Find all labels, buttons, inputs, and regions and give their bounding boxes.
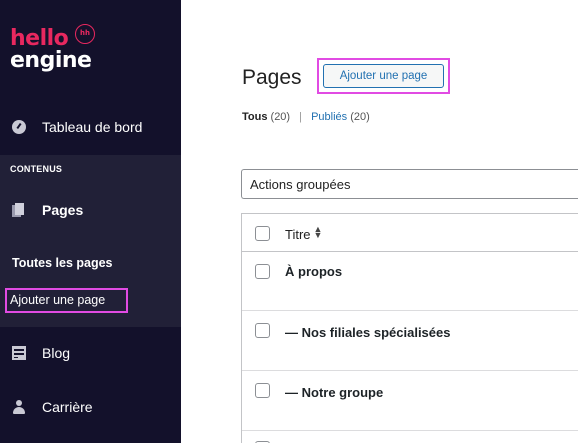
pages-icon (12, 203, 26, 217)
blog-icon (12, 346, 26, 360)
row-checkbox[interactable] (255, 323, 270, 338)
sidebar-subitem-all-pages[interactable]: Toutes les pages (12, 256, 113, 270)
page-title: Pages (242, 66, 302, 89)
sidebar-item-pages[interactable]: Pages (0, 190, 181, 230)
row-checkbox[interactable] (255, 383, 270, 398)
table-row: — Notre groupe (242, 371, 578, 431)
main-content: Pages Ajouter une page Tous (20) | Publi… (181, 0, 578, 443)
sidebar-subitem-add-page[interactable]: Ajouter une page (5, 288, 128, 313)
table-row (242, 431, 578, 443)
filter-published[interactable]: Publiés (311, 111, 347, 123)
column-header-title[interactable]: Titre ▲ ▼ (285, 224, 323, 243)
career-icon (12, 400, 26, 414)
filter-separator: | (299, 111, 303, 123)
sidebar-item-career[interactable]: Carrière (0, 387, 181, 427)
row-title-link[interactable]: — Notre groupe (285, 385, 383, 400)
row-title-link[interactable]: À propos (285, 264, 342, 279)
filter-all[interactable]: Tous (242, 111, 267, 123)
sort-icon: ▲ ▼ (313, 224, 323, 240)
logo-engine-text: engine (10, 48, 92, 73)
table-row: — Nos filiales spécialisées (242, 311, 578, 371)
filter-all-count: (20) (270, 111, 291, 123)
row-title-link[interactable]: — Nos filiales spécialisées (285, 325, 450, 340)
sidebar-item-label: Carrière (42, 399, 93, 415)
row-checkbox[interactable] (255, 264, 270, 279)
column-header-label: Titre (285, 227, 311, 242)
table-header: Titre ▲ ▼ (242, 214, 578, 252)
section-label-contents: CONTENUS (10, 164, 63, 174)
sidebar-item-label: Tableau de bord (42, 119, 143, 135)
sidebar-item-label: Pages (42, 202, 84, 218)
status-filters: Tous (20) | Publiés (20) (242, 111, 370, 123)
select-all-checkbox[interactable] (255, 226, 270, 241)
sidebar: hello engine hh Tableau de bord CONTENUS… (0, 0, 181, 443)
logo[interactable]: hello engine hh (10, 24, 95, 73)
dashboard-icon (12, 120, 26, 134)
table-row: À propos (242, 252, 578, 311)
bulk-actions-select[interactable]: Actions groupées (241, 169, 578, 199)
sidebar-item-blog[interactable]: Blog (0, 333, 181, 373)
logo-badge: hh (75, 24, 95, 44)
add-page-button[interactable]: Ajouter une page (323, 64, 444, 88)
sidebar-item-dashboard[interactable]: Tableau de bord (0, 107, 181, 147)
pages-table: Titre ▲ ▼ À propos — Nos filiales spéciali… (241, 213, 578, 443)
filter-published-count: (20) (350, 111, 370, 123)
sidebar-item-label: Blog (42, 345, 71, 361)
